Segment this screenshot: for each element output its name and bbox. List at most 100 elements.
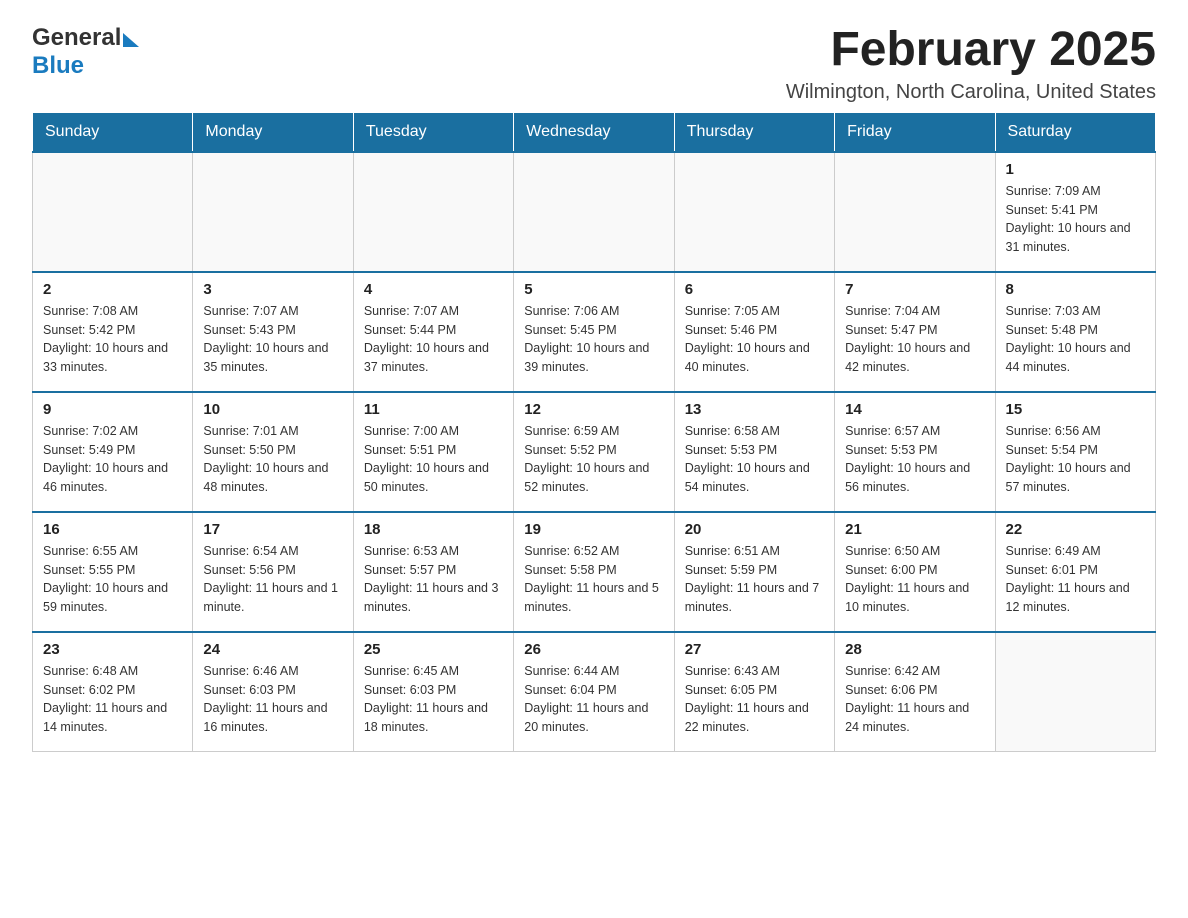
day-info: Sunrise: 7:08 AM Sunset: 5:42 PM Dayligh… <box>43 302 182 377</box>
logo-arrow-icon <box>123 33 139 47</box>
calendar-table: SundayMondayTuesdayWednesdayThursdayFrid… <box>32 112 1156 753</box>
day-info: Sunrise: 7:02 AM Sunset: 5:49 PM Dayligh… <box>43 422 182 497</box>
calendar-cell: 5Sunrise: 7:06 AM Sunset: 5:45 PM Daylig… <box>514 272 674 392</box>
calendar-header-row: SundayMondayTuesdayWednesdayThursdayFrid… <box>33 112 1156 152</box>
day-info: Sunrise: 6:45 AM Sunset: 6:03 PM Dayligh… <box>364 662 503 737</box>
day-number: 26 <box>524 641 663 658</box>
calendar-week-row: 23Sunrise: 6:48 AM Sunset: 6:02 PM Dayli… <box>33 632 1156 752</box>
calendar-cell <box>514 152 674 272</box>
day-number: 1 <box>1006 161 1145 178</box>
calendar-cell <box>674 152 834 272</box>
day-info: Sunrise: 6:56 AM Sunset: 5:54 PM Dayligh… <box>1006 422 1145 497</box>
title-section: February 2025 Wilmington, North Carolina… <box>786 24 1156 104</box>
day-number: 17 <box>203 521 342 538</box>
day-number: 7 <box>845 281 984 298</box>
day-info: Sunrise: 6:49 AM Sunset: 6:01 PM Dayligh… <box>1006 542 1145 617</box>
calendar-header-sunday: Sunday <box>33 112 193 152</box>
calendar-cell: 17Sunrise: 6:54 AM Sunset: 5:56 PM Dayli… <box>193 512 353 632</box>
day-number: 28 <box>845 641 984 658</box>
calendar-cell: 3Sunrise: 7:07 AM Sunset: 5:43 PM Daylig… <box>193 272 353 392</box>
calendar-week-row: 16 Sunrise: 6:55 AM Sunset: 5:55 PM Dayli… <box>33 512 1156 632</box>
calendar-cell: 9 Sunrise: 7:02 AM Sunset: 5:49 PM Daylig… <box>33 392 193 512</box>
page-header: General Blue February 2025 Wilmington, N… <box>32 24 1156 104</box>
day-number: 27 <box>685 641 824 658</box>
day-number: 13 <box>685 401 824 418</box>
calendar-cell: 25 Sunrise: 6:45 AM Sunset: 6:03 PM Dayli… <box>353 632 513 752</box>
calendar-cell: 23Sunrise: 6:48 AM Sunset: 6:02 PM Dayli… <box>33 632 193 752</box>
day-info: Sunrise: 6:48 AM Sunset: 6:02 PM Dayligh… <box>43 662 182 737</box>
logo-general-text: General <box>32 24 121 52</box>
day-info: Sunrise: 6:50 AM Sunset: 6:00 PM Dayligh… <box>845 542 984 617</box>
calendar-cell: 27 Sunrise: 6:43 AM Sunset: 6:05 PM Dayli… <box>674 632 834 752</box>
day-number: 11 <box>364 401 503 418</box>
day-info: Sunrise: 7:01 AM Sunset: 5:50 PM Dayligh… <box>203 422 342 497</box>
day-number: 9 <box>43 401 182 418</box>
calendar-cell: 28 Sunrise: 6:42 AM Sunset: 6:06 PM Dayli… <box>835 632 995 752</box>
calendar-header-wednesday: Wednesday <box>514 112 674 152</box>
calendar-cell: 1 Sunrise: 7:09 AM Sunset: 5:41 PM Daylig… <box>995 152 1155 272</box>
day-info: Sunrise: 6:51 AM Sunset: 5:59 PM Dayligh… <box>685 542 824 617</box>
calendar-cell: 12Sunrise: 6:59 AM Sunset: 5:52 PM Dayli… <box>514 392 674 512</box>
calendar-cell: 22 Sunrise: 6:49 AM Sunset: 6:01 PM Dayli… <box>995 512 1155 632</box>
day-number: 25 <box>364 641 503 658</box>
day-info: Sunrise: 7:07 AM Sunset: 5:43 PM Dayligh… <box>203 302 342 377</box>
day-number: 19 <box>524 521 663 538</box>
calendar-cell <box>193 152 353 272</box>
calendar-cell: 20 Sunrise: 6:51 AM Sunset: 5:59 PM Dayli… <box>674 512 834 632</box>
day-info: Sunrise: 7:07 AM Sunset: 5:44 PM Dayligh… <box>364 302 503 377</box>
calendar-cell <box>835 152 995 272</box>
calendar-header-friday: Friday <box>835 112 995 152</box>
calendar-cell: 13 Sunrise: 6:58 AM Sunset: 5:53 PM Dayli… <box>674 392 834 512</box>
day-number: 4 <box>364 281 503 298</box>
calendar-header-monday: Monday <box>193 112 353 152</box>
day-info: Sunrise: 7:05 AM Sunset: 5:46 PM Dayligh… <box>685 302 824 377</box>
day-info: Sunrise: 6:55 AM Sunset: 5:55 PM Dayligh… <box>43 542 182 617</box>
day-info: Sunrise: 6:42 AM Sunset: 6:06 PM Dayligh… <box>845 662 984 737</box>
day-number: 21 <box>845 521 984 538</box>
calendar-cell: 7 Sunrise: 7:04 AM Sunset: 5:47 PM Daylig… <box>835 272 995 392</box>
day-info: Sunrise: 6:44 AM Sunset: 6:04 PM Dayligh… <box>524 662 663 737</box>
day-info: Sunrise: 7:09 AM Sunset: 5:41 PM Dayligh… <box>1006 182 1145 257</box>
calendar-cell: 10 Sunrise: 7:01 AM Sunset: 5:50 PM Dayli… <box>193 392 353 512</box>
calendar-cell: 2 Sunrise: 7:08 AM Sunset: 5:42 PM Daylig… <box>33 272 193 392</box>
day-info: Sunrise: 6:58 AM Sunset: 5:53 PM Dayligh… <box>685 422 824 497</box>
calendar-cell: 18 Sunrise: 6:53 AM Sunset: 5:57 PM Dayli… <box>353 512 513 632</box>
calendar-cell <box>353 152 513 272</box>
day-number: 18 <box>364 521 503 538</box>
day-info: Sunrise: 6:52 AM Sunset: 5:58 PM Dayligh… <box>524 542 663 617</box>
day-number: 5 <box>524 281 663 298</box>
day-number: 16 <box>43 521 182 538</box>
calendar-cell: 6 Sunrise: 7:05 AM Sunset: 5:46 PM Daylig… <box>674 272 834 392</box>
day-number: 22 <box>1006 521 1145 538</box>
calendar-header-thursday: Thursday <box>674 112 834 152</box>
day-number: 24 <box>203 641 342 658</box>
calendar-cell: 19 Sunrise: 6:52 AM Sunset: 5:58 PM Dayli… <box>514 512 674 632</box>
day-info: Sunrise: 6:53 AM Sunset: 5:57 PM Dayligh… <box>364 542 503 617</box>
logo-blue-text: Blue <box>32 52 84 80</box>
day-number: 2 <box>43 281 182 298</box>
calendar-cell <box>33 152 193 272</box>
logo: General Blue <box>32 24 139 80</box>
calendar-week-row: 9 Sunrise: 7:02 AM Sunset: 5:49 PM Daylig… <box>33 392 1156 512</box>
day-info: Sunrise: 6:59 AM Sunset: 5:52 PM Dayligh… <box>524 422 663 497</box>
calendar-header-tuesday: Tuesday <box>353 112 513 152</box>
calendar-cell: 26 Sunrise: 6:44 AM Sunset: 6:04 PM Dayli… <box>514 632 674 752</box>
day-number: 10 <box>203 401 342 418</box>
location-title: Wilmington, North Carolina, United State… <box>786 81 1156 104</box>
calendar-cell: 4 Sunrise: 7:07 AM Sunset: 5:44 PM Daylig… <box>353 272 513 392</box>
calendar-cell: 21 Sunrise: 6:50 AM Sunset: 6:00 PM Dayli… <box>835 512 995 632</box>
day-info: Sunrise: 6:43 AM Sunset: 6:05 PM Dayligh… <box>685 662 824 737</box>
calendar-cell: 15 Sunrise: 6:56 AM Sunset: 5:54 PM Dayli… <box>995 392 1155 512</box>
calendar-week-row: 1 Sunrise: 7:09 AM Sunset: 5:41 PM Daylig… <box>33 152 1156 272</box>
day-info: Sunrise: 6:57 AM Sunset: 5:53 PM Dayligh… <box>845 422 984 497</box>
day-number: 20 <box>685 521 824 538</box>
calendar-week-row: 2 Sunrise: 7:08 AM Sunset: 5:42 PM Daylig… <box>33 272 1156 392</box>
month-title: February 2025 <box>786 24 1156 77</box>
day-info: Sunrise: 7:03 AM Sunset: 5:48 PM Dayligh… <box>1006 302 1145 377</box>
day-number: 6 <box>685 281 824 298</box>
calendar-cell: 8Sunrise: 7:03 AM Sunset: 5:48 PM Daylig… <box>995 272 1155 392</box>
day-info: Sunrise: 7:04 AM Sunset: 5:47 PM Dayligh… <box>845 302 984 377</box>
day-number: 15 <box>1006 401 1145 418</box>
calendar-cell: 14Sunrise: 6:57 AM Sunset: 5:53 PM Dayli… <box>835 392 995 512</box>
day-info: Sunrise: 6:46 AM Sunset: 6:03 PM Dayligh… <box>203 662 342 737</box>
